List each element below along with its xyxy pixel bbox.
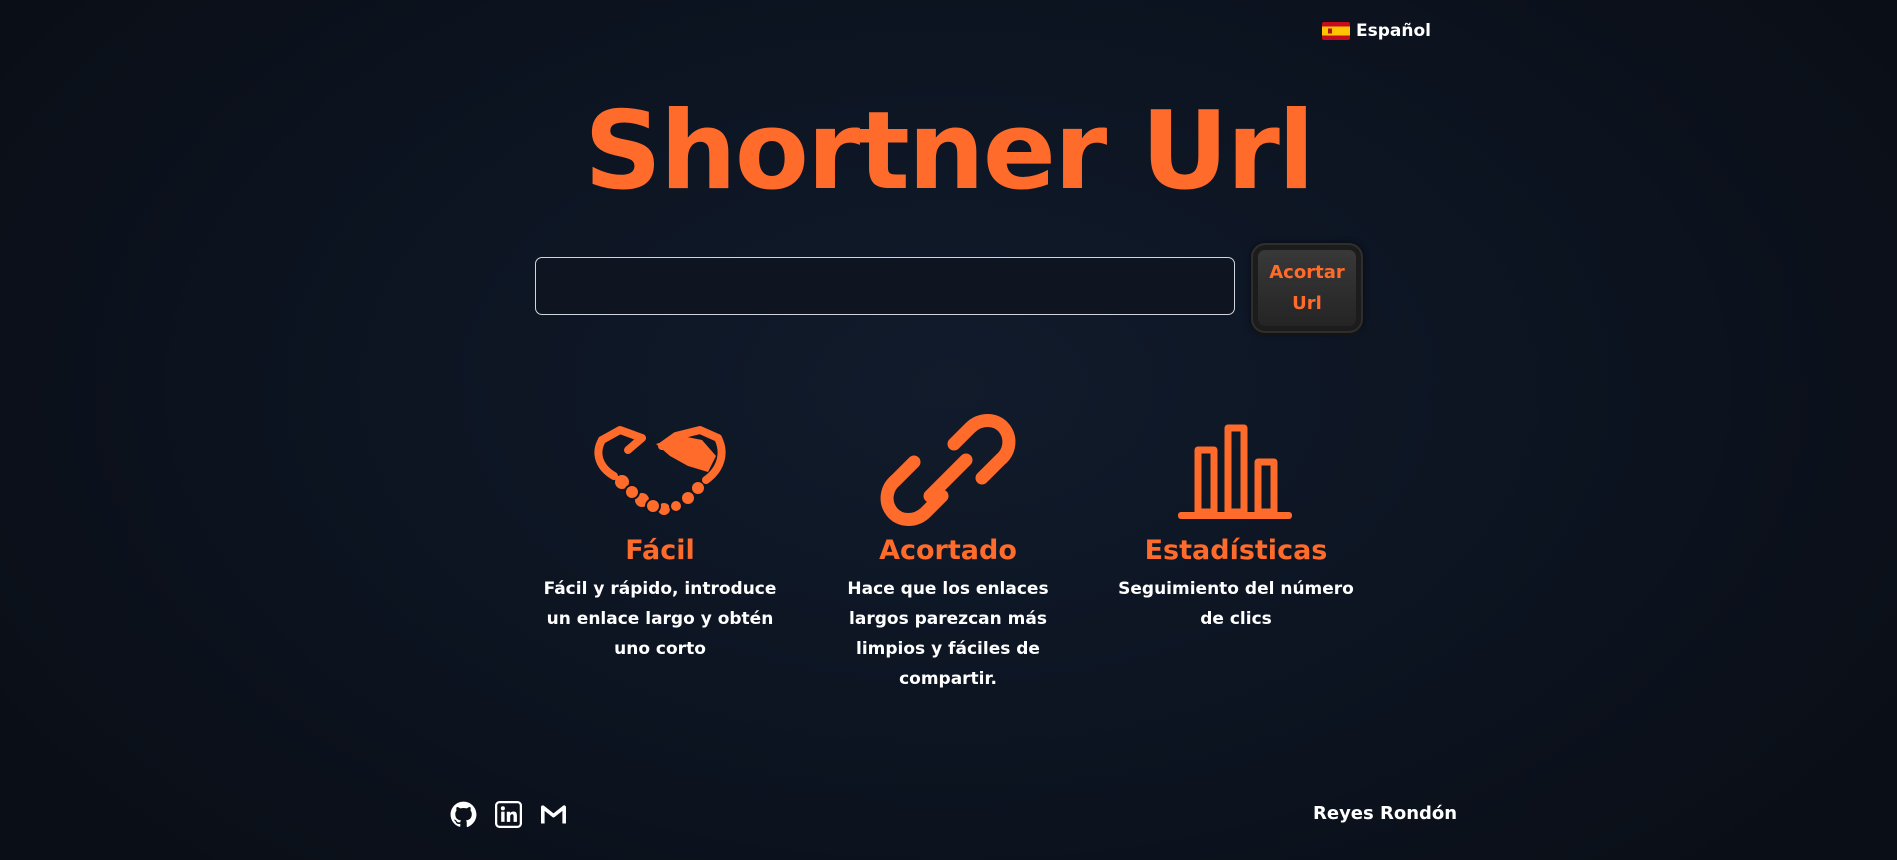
url-input[interactable] [535, 257, 1235, 315]
shorten-button-label-line2: Url [1292, 293, 1322, 314]
author-name: Reyes Rondón [1313, 803, 1458, 824]
feature-description: Hace que los enlaces largos parezcan más… [847, 579, 1049, 689]
language-selector[interactable]: Español [1322, 21, 1431, 41]
feature-shortened: Acortado Hace que los enlaces largos par… [828, 410, 1068, 694]
github-icon[interactable] [450, 801, 477, 828]
bar-chart-icon [1178, 424, 1292, 519]
language-label: Español [1356, 21, 1431, 41]
spain-flag-icon [1322, 22, 1350, 40]
feature-description: Fácil y rápido, introduce un enlace larg… [543, 579, 777, 659]
social-links [450, 801, 567, 828]
feature-statistics: Estadísticas Seguimiento del número de c… [1116, 410, 1356, 634]
gmail-icon[interactable] [540, 801, 567, 828]
page-title: Shortner Url [584, 89, 1315, 214]
linkedin-icon[interactable] [495, 801, 522, 828]
link-icon [880, 414, 1016, 526]
handshake-icon [594, 426, 726, 515]
feature-easy: Fácil Fácil y rápido, introduce un enlac… [540, 410, 780, 664]
feature-title: Estadísticas [1144, 535, 1328, 566]
feature-description: Seguimiento del número de clics [1118, 579, 1354, 629]
feature-title: Acortado [879, 535, 1017, 566]
shorten-button-label-line1: Acortar [1269, 262, 1345, 283]
shorten-url-button[interactable]: Acortar Url [1251, 243, 1363, 333]
feature-title: Fácil [625, 535, 695, 566]
